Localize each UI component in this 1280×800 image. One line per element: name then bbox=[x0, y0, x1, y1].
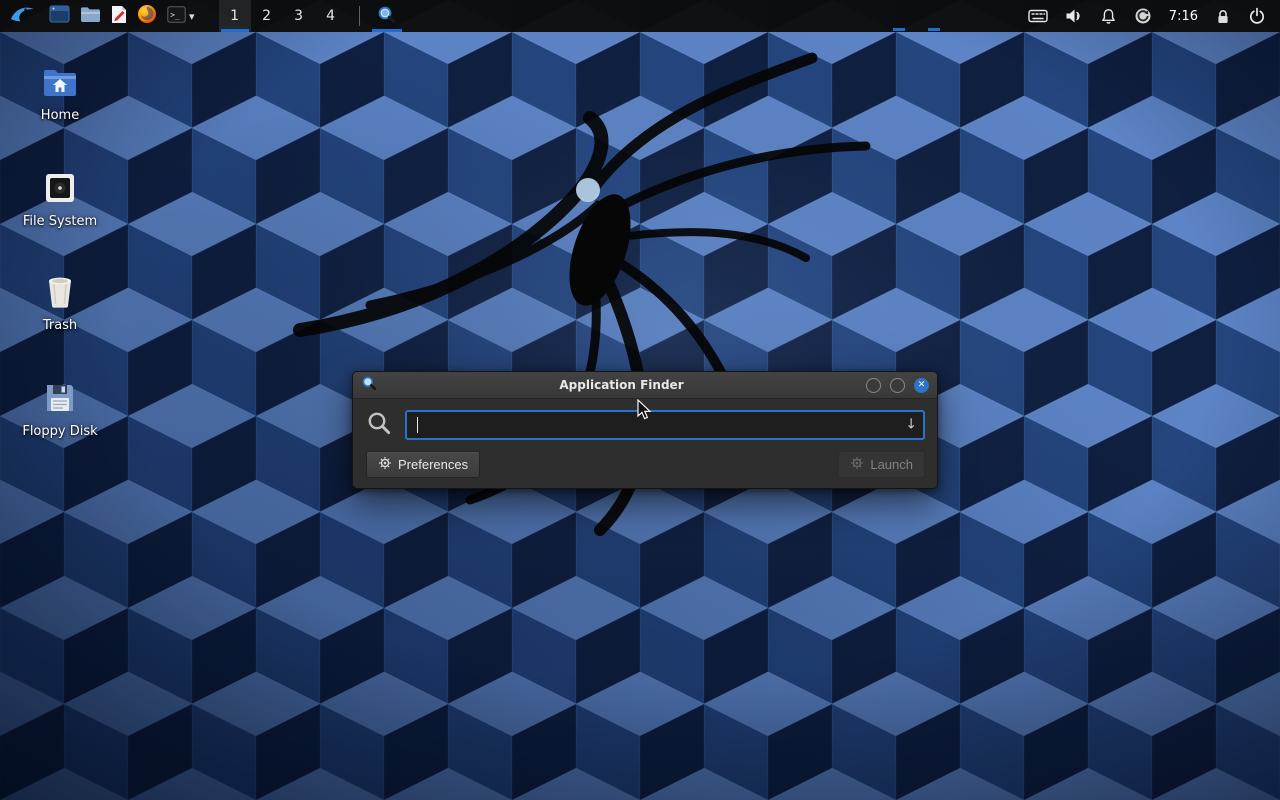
keyboard-icon[interactable] bbox=[1028, 0, 1048, 32]
updates-icon[interactable] bbox=[1134, 0, 1152, 32]
tray-indicator-dash bbox=[928, 28, 940, 31]
power-logout-icon[interactable] bbox=[1248, 0, 1266, 32]
application-finder-window: Application Finder ✕ ↓ bbox=[352, 371, 938, 489]
harddrive-icon bbox=[43, 168, 77, 208]
panel-launchers: >_ ▾ bbox=[44, 0, 203, 32]
close-button[interactable]: ✕ bbox=[914, 378, 929, 393]
volume-icon[interactable] bbox=[1065, 0, 1083, 32]
workspace-number: 1 bbox=[230, 8, 239, 24]
clock[interactable]: 7:16 bbox=[1169, 9, 1198, 24]
search-icon bbox=[366, 410, 392, 440]
preferences-button[interactable]: Preferences bbox=[366, 451, 480, 478]
desktop-icon-label: Trash bbox=[43, 319, 77, 333]
desktop-icon-floppy[interactable]: Floppy Disk bbox=[12, 378, 108, 439]
trash-bin-icon bbox=[45, 272, 75, 312]
applications-menu-button[interactable] bbox=[4, 0, 40, 32]
window-title: Application Finder bbox=[377, 378, 866, 392]
firefox-launcher[interactable] bbox=[132, 0, 162, 32]
tray-indicator-dash bbox=[893, 28, 905, 31]
window-icon bbox=[49, 5, 70, 27]
workspace-button-4[interactable]: 4 bbox=[315, 0, 347, 32]
workspace-switcher: 1 2 3 4 bbox=[219, 0, 347, 32]
workspace-button-2[interactable]: 2 bbox=[251, 0, 283, 32]
panel-separator bbox=[359, 6, 360, 26]
svg-text:>_: >_ bbox=[170, 10, 180, 19]
launch-button[interactable]: Launch bbox=[838, 451, 925, 478]
floppy-disk-icon bbox=[44, 378, 76, 418]
notifications-bell-icon[interactable] bbox=[1100, 0, 1117, 32]
firefox-icon bbox=[137, 4, 157, 28]
maximize-button[interactable] bbox=[890, 378, 905, 393]
workspace-button-1[interactable]: 1 bbox=[219, 0, 251, 32]
chevron-down-icon[interactable]: ▾ bbox=[186, 10, 198, 23]
desktop-icon-home[interactable]: Home bbox=[12, 62, 108, 123]
window-titlebar-icon bbox=[361, 375, 377, 395]
workspace-number: 2 bbox=[262, 8, 271, 24]
terminal-icon: >_ bbox=[167, 6, 186, 27]
gear-icon bbox=[378, 456, 392, 473]
lock-screen-icon[interactable] bbox=[1215, 0, 1231, 32]
workspace-number: 4 bbox=[326, 8, 335, 24]
window-titlebar[interactable]: Application Finder ✕ bbox=[353, 372, 937, 399]
close-icon: ✕ bbox=[918, 381, 926, 390]
search-entry-wrapper: ↓ bbox=[405, 410, 925, 440]
top-panel: >_ ▾ 1 2 3 4 bbox=[0, 0, 1280, 32]
window-buttons: ✕ bbox=[866, 378, 929, 393]
desktop-icon-trash[interactable]: Trash bbox=[12, 272, 108, 333]
search-task-icon bbox=[377, 5, 396, 28]
desktop-icon-label: Home bbox=[41, 109, 79, 123]
dialog-body: ↓ Preferences bbox=[353, 399, 937, 488]
launch-icon bbox=[850, 456, 864, 473]
file-manager-launcher[interactable] bbox=[44, 0, 75, 32]
workspace-number: 3 bbox=[294, 8, 303, 24]
desktop-icon-label: Floppy Disk bbox=[22, 425, 97, 439]
system-tray: 7:16 bbox=[1028, 0, 1272, 32]
minimize-button[interactable] bbox=[866, 378, 881, 393]
preferences-label: Preferences bbox=[398, 457, 468, 472]
launch-label: Launch bbox=[870, 457, 913, 472]
text-caret bbox=[417, 417, 418, 433]
taskbar-item-application-finder[interactable] bbox=[370, 0, 404, 32]
folder-icon bbox=[80, 6, 101, 27]
files-launcher[interactable] bbox=[75, 0, 106, 32]
workspace-button-3[interactable]: 3 bbox=[283, 0, 315, 32]
text-editor-launcher[interactable] bbox=[106, 0, 132, 32]
desktop-icon-filesystem[interactable]: File System bbox=[12, 168, 108, 229]
kali-menu-icon bbox=[9, 3, 35, 29]
text-editor-icon bbox=[111, 5, 127, 28]
entry-history-arrow-icon[interactable]: ↓ bbox=[905, 417, 917, 433]
desktop-icon-label: File System bbox=[23, 215, 97, 229]
search-input[interactable] bbox=[405, 410, 925, 440]
terminal-launcher[interactable]: >_ ▾ bbox=[162, 0, 203, 32]
home-folder-icon bbox=[42, 62, 78, 102]
